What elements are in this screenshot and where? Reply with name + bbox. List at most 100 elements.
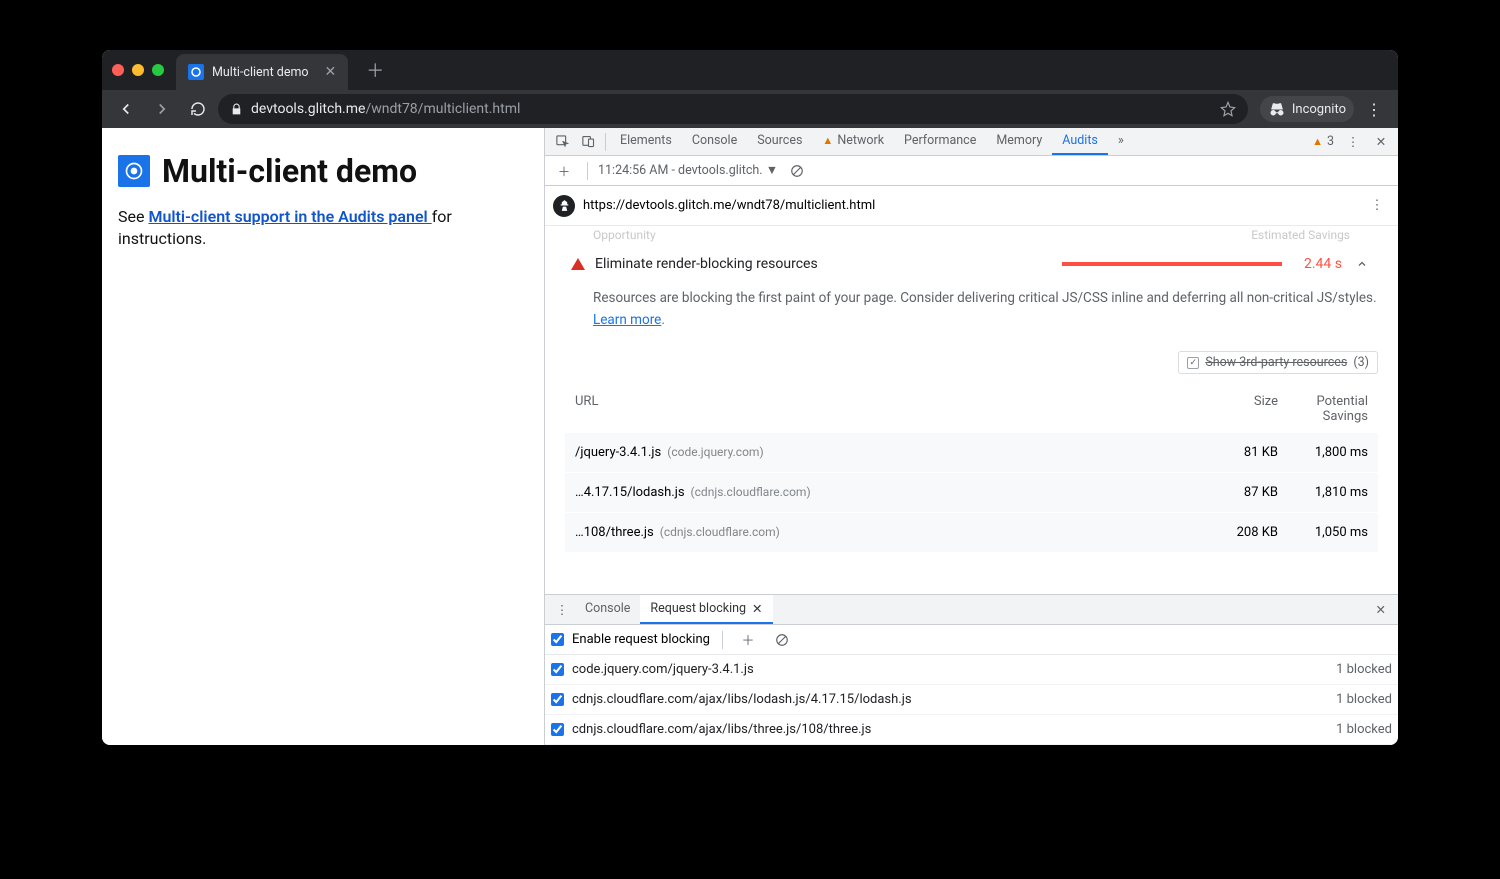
browser-tab[interactable]: Multi-client demo ✕ (176, 54, 348, 90)
audit-item-time: 2.44 s (1292, 256, 1342, 272)
close-window-button[interactable] (112, 64, 124, 76)
warning-icon: ▲ (1312, 135, 1323, 148)
forward-button[interactable] (146, 93, 178, 125)
page-heading: Multi-client demo (162, 152, 417, 190)
pattern-count: 1 blocked (1336, 662, 1392, 677)
address-bar: devtools.glitch.me/wndt78/multiclient.ht… (102, 90, 1398, 128)
table-row[interactable]: /jquery-3.4.1.js(code.jquery.com) 81 KB … (565, 432, 1378, 472)
content-area: Multi-client demo See Multi-client suppo… (102, 128, 1398, 745)
col-savings: Potential Savings (1278, 394, 1368, 424)
audit-url-menu[interactable]: ⋮ (1364, 186, 1390, 225)
list-item[interactable]: cdnjs.cloudflare.com/ajax/libs/three.js/… (545, 715, 1398, 745)
drawer-close-button[interactable]: ✕ (1368, 602, 1394, 618)
close-drawer-tab-icon[interactable]: ✕ (752, 601, 762, 617)
tab-audits[interactable]: Audits (1052, 128, 1108, 155)
resource-host: (code.jquery.com) (667, 445, 763, 459)
tab-elements[interactable]: Elements (610, 128, 682, 155)
resource-path: /jquery-3.4.1.js (575, 445, 661, 460)
fail-triangle-icon (571, 258, 585, 270)
audit-report: Opportunity Estimated Savings Eliminate … (545, 226, 1398, 594)
add-pattern-button[interactable]: ＋ (735, 625, 761, 654)
page-text-prefix: See (118, 207, 148, 226)
pattern-count: 1 blocked (1336, 722, 1392, 737)
tab-console[interactable]: Console (682, 128, 747, 155)
resource-savings: 1,800 ms (1278, 445, 1368, 460)
minimize-window-button[interactable] (132, 64, 144, 76)
savings-bar (1062, 262, 1282, 266)
devtools-panel: Elements Console Sources ▲Network Perfor… (545, 128, 1398, 745)
drawer-tab-request-blocking[interactable]: Request blocking✕ (640, 595, 772, 624)
traffic-lights (112, 64, 164, 76)
list-item[interactable]: cdnjs.cloudflare.com/ajax/libs/lodash.js… (545, 685, 1398, 715)
drawer-tabbar: ⋮ Console Request blocking✕ ✕ (545, 595, 1398, 625)
tab-performance[interactable]: Performance (894, 128, 986, 155)
audits-toolbar: ＋ 11:24:56 AM - devtools.glitch. ▼ (545, 156, 1398, 186)
audit-url: https://devtools.glitch.me/wndt78/multic… (583, 198, 875, 213)
section-savings: Estimated Savings (1251, 228, 1350, 242)
remove-all-patterns-icon[interactable] (769, 625, 795, 654)
tab-sources[interactable]: Sources (747, 128, 812, 155)
show-3rd-party-toggle[interactable]: ✓ Show 3rd-party resources (3) (1178, 351, 1378, 374)
url-host: devtools.glitch.me (251, 101, 365, 117)
section-opportunity: Opportunity (593, 228, 656, 242)
close-tab-button[interactable]: ✕ (325, 64, 337, 80)
reload-button[interactable] (182, 93, 214, 125)
maximize-window-button[interactable] (152, 64, 164, 76)
page-instructions: See Multi-client support in the Audits p… (118, 206, 528, 251)
warnings-indicator[interactable]: ▲3 (1308, 134, 1338, 149)
incognito-badge[interactable]: Incognito (1260, 96, 1354, 122)
resource-path: …4.17.15/lodash.js (575, 485, 685, 500)
clear-audit-icon[interactable] (784, 156, 810, 185)
tab-memory[interactable]: Memory (986, 128, 1052, 155)
back-button[interactable] (110, 93, 142, 125)
instructions-link[interactable]: Multi-client support in the Audits panel (148, 207, 431, 226)
device-toggle-icon[interactable] (575, 128, 601, 155)
warnings-count: 3 (1327, 134, 1334, 149)
incognito-label: Incognito (1292, 102, 1346, 117)
devtools-close-button[interactable]: ✕ (1368, 134, 1394, 150)
resource-host: (cdnjs.cloudflare.com) (660, 525, 780, 539)
tab-network[interactable]: ▲Network (812, 128, 894, 155)
audit-item-header[interactable]: Eliminate render-blocking resources 2.44… (565, 248, 1378, 280)
tab-title: Multi-client demo (212, 65, 309, 80)
learn-more-link[interactable]: Learn more (593, 312, 661, 328)
col-url: URL (575, 394, 1198, 424)
drawer-menu-button[interactable]: ⋮ (549, 595, 575, 624)
pattern-checkbox[interactable] (551, 663, 564, 676)
table-row[interactable]: …4.17.15/lodash.js (cdnjs.cloudflare.com)… (565, 472, 1378, 512)
star-icon[interactable] (1220, 101, 1236, 117)
lighthouse-icon (553, 195, 575, 217)
more-tabs-button[interactable]: » (1108, 128, 1134, 155)
resource-host: (cdnjs.cloudflare.com) (691, 485, 811, 499)
collapse-icon[interactable] (1352, 258, 1372, 270)
new-audit-button[interactable]: ＋ (551, 156, 577, 185)
audit-item-description: Resources are blocking the first paint o… (565, 280, 1378, 339)
checkbox-icon: ✓ (1187, 357, 1199, 369)
resource-savings: 1,050 ms (1278, 525, 1368, 540)
warning-icon: ▲ (822, 134, 833, 147)
pattern-text: code.jquery.com/jquery-3.4.1.js (572, 662, 1328, 677)
url-input[interactable]: devtools.glitch.me/wndt78/multiclient.ht… (218, 94, 1248, 124)
browser-window: Multi-client demo ✕ ＋ devtools.glitch.me… (102, 50, 1398, 745)
audit-item-title: Eliminate render-blocking resources (595, 256, 1052, 272)
pattern-count: 1 blocked (1336, 692, 1392, 707)
browser-menu-button[interactable]: ⋮ (1358, 100, 1390, 119)
inspect-icon[interactable] (549, 128, 575, 155)
page-logo (118, 155, 150, 187)
resources-table: URL Size Potential Savings /jquery-3.4.1… (565, 386, 1378, 552)
table-row[interactable]: …108/three.js(cdnjs.cloudflare.com) 208 … (565, 512, 1378, 552)
new-tab-button[interactable]: ＋ (358, 53, 392, 87)
pattern-checkbox[interactable] (551, 723, 564, 736)
resource-path: …108/three.js (575, 525, 654, 540)
col-size: Size (1198, 394, 1278, 424)
enable-blocking-label: Enable request blocking (572, 632, 710, 647)
list-item[interactable]: code.jquery.com/jquery-3.4.1.js 1 blocke… (545, 655, 1398, 685)
pattern-checkbox[interactable] (551, 693, 564, 706)
resource-savings: 1,810 ms (1278, 485, 1368, 500)
devtools-settings-button[interactable]: ⋮ (1340, 134, 1366, 150)
rendered-page: Multi-client demo See Multi-client suppo… (102, 128, 545, 745)
audit-run-dropdown[interactable]: 11:24:56 AM - devtools.glitch. ▼ (598, 163, 778, 178)
enable-blocking-checkbox[interactable] (551, 633, 564, 646)
drawer-tab-console[interactable]: Console (575, 595, 640, 624)
url-path: /wndt78/multiclient.html (365, 101, 520, 117)
